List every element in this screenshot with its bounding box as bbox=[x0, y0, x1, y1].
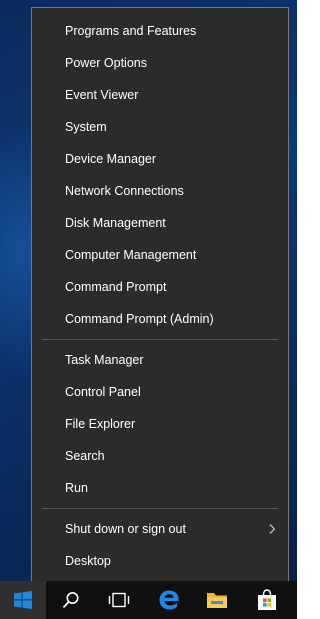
menu-item-computer-management[interactable]: Computer Management bbox=[32, 239, 288, 271]
store-icon bbox=[258, 589, 276, 610]
menu-item-search[interactable]: Search bbox=[32, 440, 288, 472]
menu-item-desktop[interactable]: Desktop bbox=[32, 545, 288, 577]
store-button[interactable] bbox=[244, 581, 290, 619]
menu-separator bbox=[42, 339, 278, 340]
menu-item-file-explorer[interactable]: File Explorer bbox=[32, 408, 288, 440]
start-button[interactable] bbox=[0, 581, 46, 619]
winx-power-user-menu: Programs and Features Power Options Even… bbox=[31, 7, 289, 582]
file-explorer-button[interactable] bbox=[194, 581, 240, 619]
menu-item-command-prompt[interactable]: Command Prompt bbox=[32, 271, 288, 303]
menu-item-run[interactable]: Run bbox=[32, 472, 288, 504]
menu-item-task-manager[interactable]: Task Manager bbox=[32, 344, 288, 376]
menu-item-shut-down-or-sign-out[interactable]: Shut down or sign out bbox=[32, 513, 288, 545]
windows-start-icon bbox=[14, 591, 32, 609]
menu-item-power-options[interactable]: Power Options bbox=[32, 47, 288, 79]
taskbar bbox=[0, 581, 297, 619]
search-button[interactable] bbox=[48, 581, 94, 619]
menu-item-command-prompt-admin[interactable]: Command Prompt (Admin) bbox=[32, 303, 288, 335]
menu-separator bbox=[42, 508, 278, 509]
menu-item-network-connections[interactable]: Network Connections bbox=[32, 175, 288, 207]
search-icon bbox=[62, 592, 79, 609]
menu-item-system[interactable]: System bbox=[32, 111, 288, 143]
menu-item-device-manager[interactable]: Device Manager bbox=[32, 143, 288, 175]
task-view-button[interactable] bbox=[96, 581, 142, 619]
chevron-right-icon bbox=[269, 524, 276, 534]
file-explorer-icon bbox=[207, 593, 227, 608]
menu-item-disk-management[interactable]: Disk Management bbox=[32, 207, 288, 239]
edge-browser-icon bbox=[159, 590, 179, 610]
menu-item-label: Shut down or sign out bbox=[65, 522, 186, 536]
edge-browser-button[interactable] bbox=[146, 581, 192, 619]
task-view-icon bbox=[108, 592, 130, 608]
desktop-background: Programs and Features Power Options Even… bbox=[0, 0, 297, 619]
menu-item-programs-and-features[interactable]: Programs and Features bbox=[32, 15, 288, 47]
menu-item-event-viewer[interactable]: Event Viewer bbox=[32, 79, 288, 111]
menu-item-control-panel[interactable]: Control Panel bbox=[32, 376, 288, 408]
